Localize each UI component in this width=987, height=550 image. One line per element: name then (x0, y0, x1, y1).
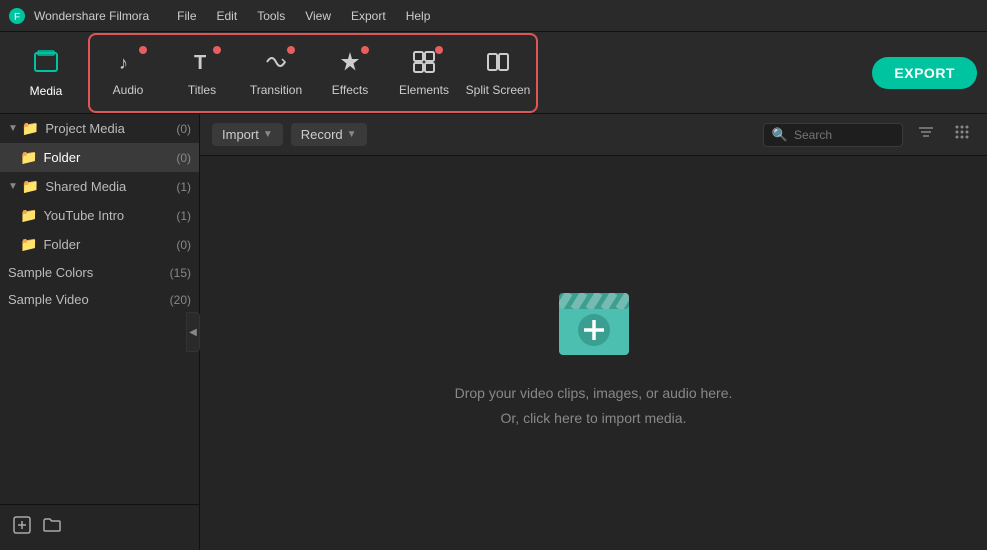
toolbar-item-titles[interactable]: T Titles (166, 37, 238, 109)
elements-icon (411, 49, 437, 79)
toolbar-item-media[interactable]: Media (10, 37, 82, 109)
sidebar-item-shared-media[interactable]: ▼ 📁 Shared Media (1) (0, 172, 199, 201)
menu-export[interactable]: Export (343, 7, 394, 25)
search-box[interactable]: 🔍 (763, 123, 903, 147)
audio-icon: ♪ (115, 49, 141, 79)
sidebar-item-sample-colors[interactable]: Sample Colors (15) (0, 259, 199, 286)
toolbar-item-transition[interactable]: Transition (240, 37, 312, 109)
menu-edit[interactable]: Edit (209, 7, 246, 25)
app-name: Wondershare Filmora (34, 9, 149, 23)
sample-colors-count: (15) (170, 266, 191, 280)
sidebar-footer (0, 504, 199, 550)
folder-icon-4: 📁 (20, 207, 37, 224)
folder-icon: 📁 (22, 120, 39, 137)
record-dropdown-arrow: ▼ (347, 129, 357, 140)
record-button[interactable]: Record ▼ (291, 123, 367, 146)
toolbar-border-group: ♪ Audio T Titles (88, 33, 538, 113)
transition-label: Transition (250, 83, 302, 97)
toolbar-item-split-screen[interactable]: Split Screen (462, 37, 534, 109)
sidebar-collapse-arrow[interactable]: ◀ (186, 312, 200, 352)
folder-sub-label: Folder (43, 237, 176, 252)
titles-label: Titles (188, 83, 216, 97)
main-area: ▼ 📁 Project Media (0) 📁 Folder (0) ▼ 📁 S… (0, 114, 987, 550)
content-area: Import ▼ Record ▼ 🔍 (200, 114, 987, 550)
audio-label: Audio (113, 83, 144, 97)
grid-view-button[interactable] (949, 123, 975, 146)
title-bar: F Wondershare Filmora File Edit Tools Vi… (0, 0, 987, 32)
search-icon: 🔍 (772, 127, 788, 143)
sample-colors-label: Sample Colors (8, 265, 170, 280)
drop-line2: Or, click here to import media. (455, 406, 733, 431)
transition-icon (263, 49, 289, 79)
split-screen-label: Split Screen (466, 83, 531, 97)
sidebar-item-sample-video[interactable]: Sample Video (20) (0, 286, 199, 313)
split-screen-icon (485, 49, 511, 79)
drop-line1: Drop your video clips, images, or audio … (455, 381, 733, 406)
add-media-button[interactable] (12, 515, 32, 540)
export-button[interactable]: EXPORT (872, 57, 977, 89)
folder-label: Folder (43, 150, 176, 165)
project-media-label: Project Media (45, 121, 176, 136)
titles-icon: T (189, 49, 215, 79)
media-label: Media (30, 84, 63, 98)
svg-text:T: T (194, 52, 206, 74)
folder-count: (0) (176, 151, 191, 165)
import-dropdown-arrow: ▼ (263, 129, 273, 140)
menu-bar: File Edit Tools View Export Help (169, 7, 438, 25)
import-button[interactable]: Import ▼ (212, 123, 283, 146)
menu-file[interactable]: File (169, 7, 204, 25)
search-input[interactable] (794, 128, 894, 142)
project-media-count: (0) (176, 122, 191, 136)
media-icon (32, 48, 60, 80)
youtube-intro-label: YouTube Intro (43, 208, 176, 223)
effects-label: Effects (332, 83, 368, 97)
sidebar-item-folder-sub[interactable]: 📁 Folder (0) (0, 230, 199, 259)
chevron-down-icon: ▼ (8, 123, 18, 134)
toolbar-item-elements[interactable]: Elements (388, 37, 460, 109)
import-label: Import (222, 127, 259, 142)
app-logo-icon: F (8, 7, 26, 25)
filter-button[interactable] (911, 123, 941, 146)
effects-icon (337, 49, 363, 79)
add-folder-button[interactable] (42, 515, 62, 540)
content-toolbar: Import ▼ Record ▼ 🔍 (200, 114, 987, 156)
drop-zone[interactable]: Drop your video clips, images, or audio … (200, 156, 987, 550)
menu-view[interactable]: View (297, 7, 339, 25)
drop-zone-text: Drop your video clips, images, or audio … (455, 381, 733, 431)
main-toolbar: Media ♪ Audio T Titles (0, 32, 987, 114)
svg-text:♪: ♪ (119, 53, 128, 73)
toolbar-item-effects[interactable]: Effects (314, 37, 386, 109)
chevron-down-icon-2: ▼ (8, 181, 18, 192)
clapperboard-icon (549, 275, 639, 365)
folder-sub-count: (0) (176, 238, 191, 252)
menu-tools[interactable]: Tools (249, 7, 293, 25)
folder-icon-5: 📁 (20, 236, 37, 253)
sidebar-wrapper: ▼ 📁 Project Media (0) 📁 Folder (0) ▼ 📁 S… (0, 114, 200, 550)
shared-media-count: (1) (176, 180, 191, 194)
menu-help[interactable]: Help (398, 7, 439, 25)
folder-icon-2: 📁 (20, 149, 37, 166)
toolbar-item-audio[interactable]: ♪ Audio (92, 37, 164, 109)
sidebar-item-folder[interactable]: 📁 Folder (0) (0, 143, 199, 172)
sidebar-item-youtube-intro[interactable]: 📁 YouTube Intro (1) (0, 201, 199, 230)
sample-video-label: Sample Video (8, 292, 170, 307)
sidebar-item-project-media[interactable]: ▼ 📁 Project Media (0) (0, 114, 199, 143)
folder-icon-3: 📁 (22, 178, 39, 195)
sample-video-count: (20) (170, 293, 191, 307)
shared-media-label: Shared Media (45, 179, 176, 194)
svg-text:F: F (14, 12, 20, 23)
sidebar: ▼ 📁 Project Media (0) 📁 Folder (0) ▼ 📁 S… (0, 114, 200, 550)
record-label: Record (301, 127, 343, 142)
elements-label: Elements (399, 83, 449, 97)
youtube-intro-count: (1) (176, 209, 191, 223)
